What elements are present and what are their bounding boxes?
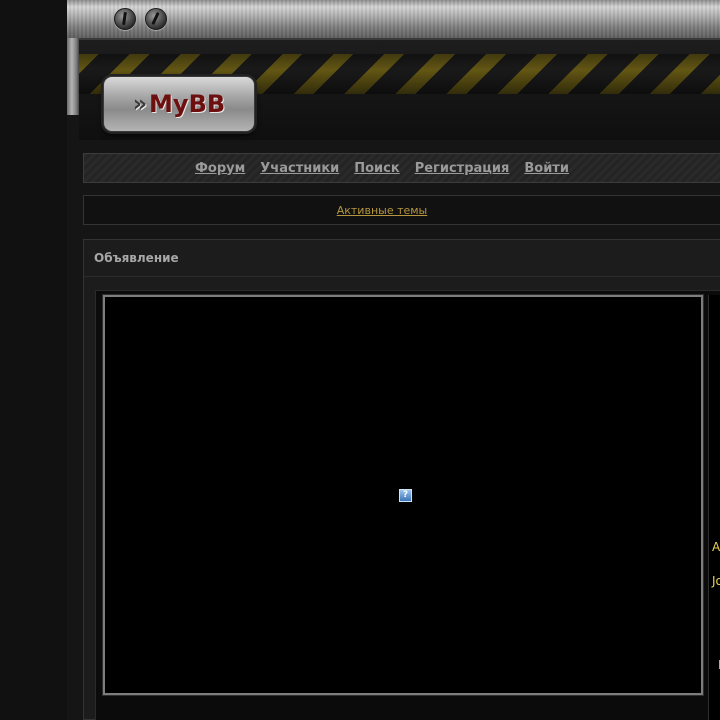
panel-divider	[84, 276, 720, 277]
announcement-title: Объявление	[94, 251, 179, 265]
metal-pillar	[67, 38, 79, 115]
active-topics-link[interactable]: Активные темы	[337, 204, 428, 217]
active-topics-bar: Активные темы	[83, 195, 720, 225]
side-text-column: A Jo I	[708, 295, 720, 720]
nav-forum-link[interactable]: Форум	[195, 161, 245, 176]
main-navigation: Форум Участники Поиск Регистрация Войти	[83, 153, 720, 183]
logo-chevron-icon: »	[132, 91, 147, 117]
logo-text: MyBB	[149, 90, 226, 118]
screw-icon	[145, 8, 167, 30]
broken-image-icon: ?	[399, 489, 412, 502]
nav-login-link[interactable]: Войти	[524, 161, 569, 176]
nav-members-link[interactable]: Участники	[260, 161, 339, 176]
announcement-panel: Объявление ? A Jo I	[83, 239, 720, 720]
site-logo[interactable]: » MyBB	[103, 76, 255, 132]
nav-search-link[interactable]: Поиск	[354, 161, 399, 176]
nav-register-link[interactable]: Регистрация	[415, 161, 510, 176]
left-gutter	[0, 0, 68, 720]
screw-icon	[114, 8, 136, 30]
clipped-text: Jo	[712, 574, 720, 588]
forum-page: » MyBB Форум Участники Поиск Регистрация…	[67, 0, 720, 720]
embedded-media-frame[interactable]: ?	[102, 294, 704, 696]
clipped-text: A	[712, 540, 720, 554]
